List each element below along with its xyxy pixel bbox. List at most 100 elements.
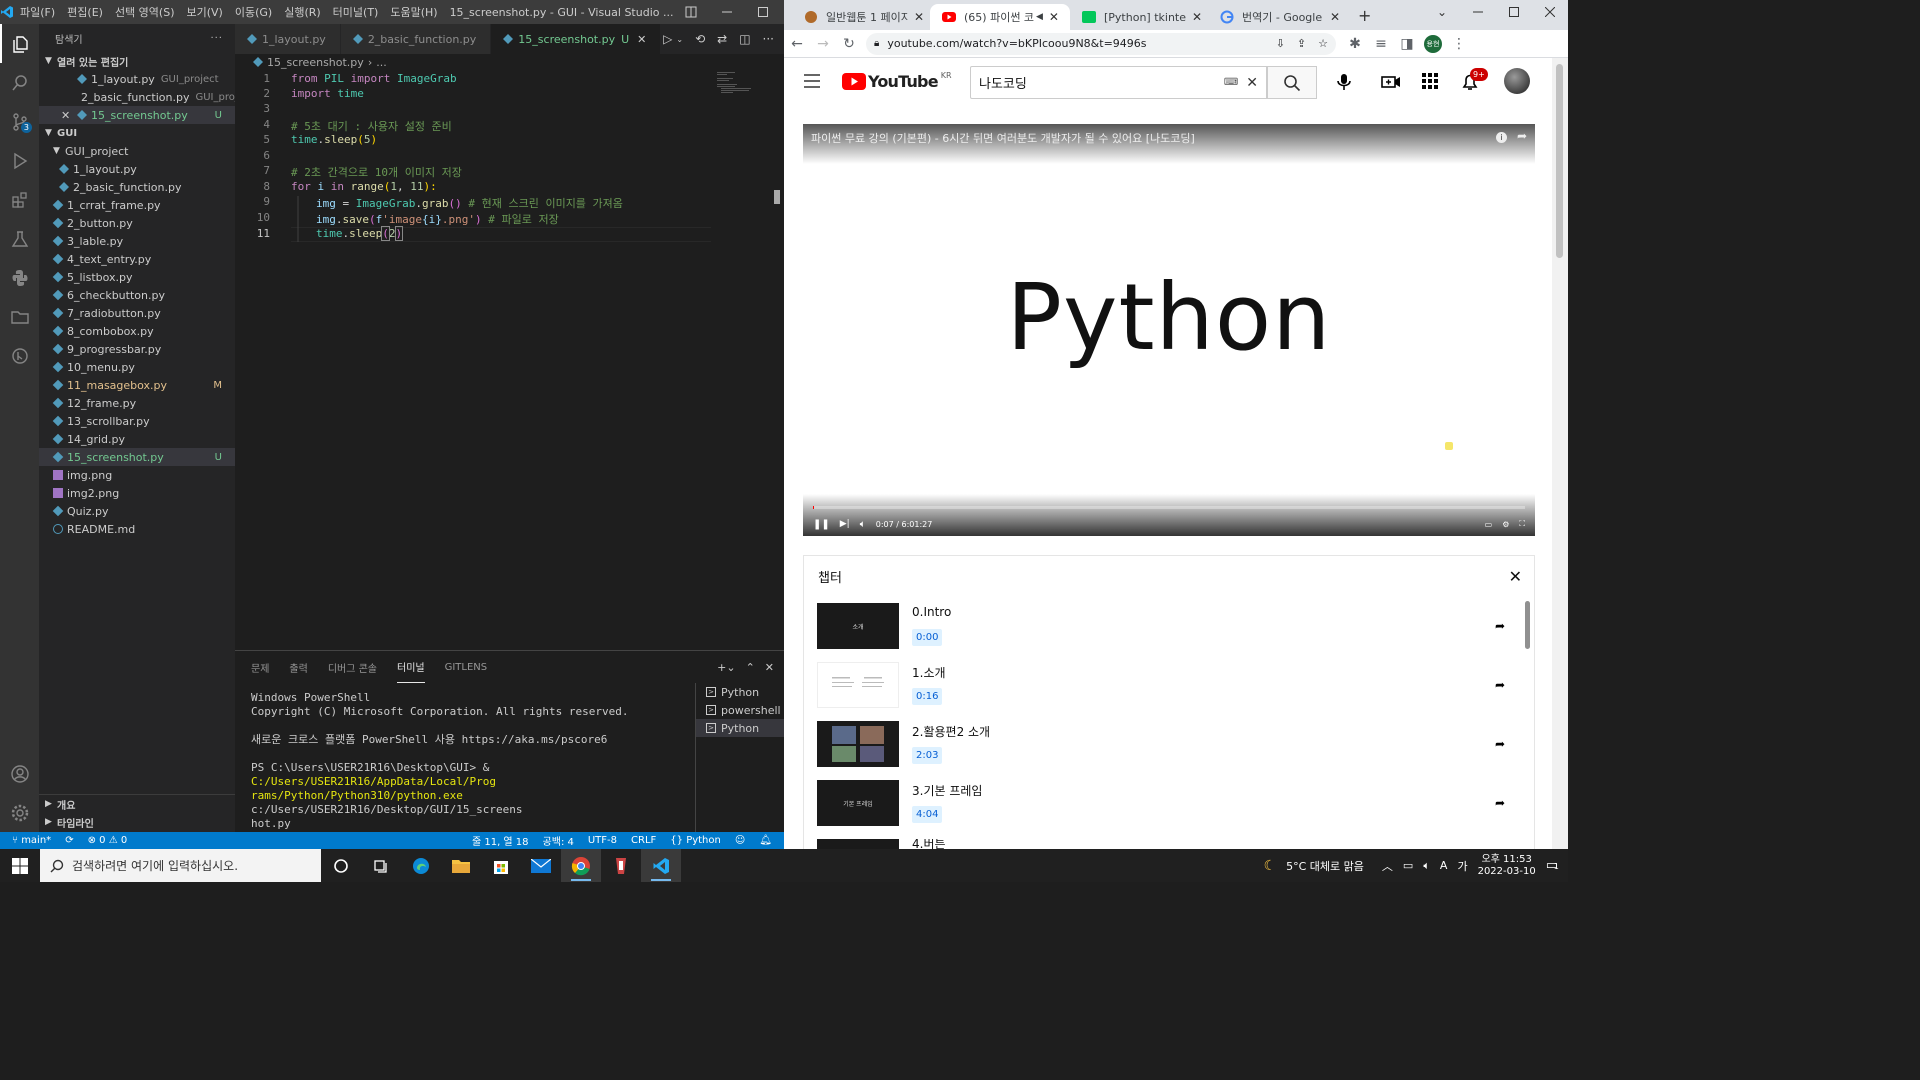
close-tab-icon[interactable]: ✕ [1049, 10, 1059, 24]
file-item[interactable]: 6_checkbutton.py [39, 286, 235, 304]
chapters-scrollbar[interactable] [1525, 601, 1530, 649]
taskbar-search-input[interactable]: 검색하려면 여기에 입력하십시오. [40, 849, 321, 882]
close-icon[interactable]: ✕ [61, 109, 70, 122]
indentation-status[interactable]: 공백: 4 [543, 833, 574, 848]
settings-icon[interactable]: ⚙ [1502, 520, 1509, 529]
add-terminal-icon[interactable]: +⌄ [717, 661, 735, 674]
tab-output[interactable]: 출력 [289, 651, 307, 683]
file-item[interactable]: 8_combobox.py [39, 322, 235, 340]
terminal-instance[interactable]: > powershell [696, 701, 784, 719]
youtube-search-input[interactable]: 나도코딩 ⌨ ✕ [970, 66, 1267, 99]
browser-tab-translate[interactable]: 번역기 - Google 검✕ [1208, 4, 1346, 30]
close-panel-icon[interactable]: ✕ [765, 661, 774, 674]
browser-tab-webtoon[interactable]: 일반웹툰 1 페이지 | ✕ [792, 4, 927, 30]
open-editors-section[interactable]: ▼ 열려 있는 편집기 [39, 52, 235, 70]
youtube-logo[interactable]: YouTube KR [842, 71, 952, 91]
volume-icon[interactable]: 🔈︎ [860, 519, 866, 530]
chrome-taskbar-icon[interactable] [561, 849, 601, 882]
explorer-icon[interactable] [0, 24, 39, 63]
terminal-output[interactable]: Windows PowerShell Copyright (C) Microso… [251, 691, 681, 831]
close-tab-icon[interactable]: ✕ [637, 33, 646, 46]
tab-debug-console[interactable]: 디버그 콘솔 [328, 651, 377, 683]
next-icon[interactable]: ▶︎| [840, 519, 850, 529]
chapter-item[interactable]: 2.활용편2 소개 2:03 ➦ [817, 721, 1507, 771]
seek-bar[interactable] [813, 506, 1525, 509]
chapter-item[interactable]: 1.소개 0:16 ➦ [817, 662, 1507, 712]
search-icon[interactable] [0, 63, 39, 102]
chapter-item[interactable]: 소개 0.Intro 0:00 ➦ [817, 603, 1507, 653]
user-avatar[interactable] [1504, 68, 1530, 94]
ime-mode[interactable]: A [1440, 859, 1448, 872]
browser-tab-youtube[interactable]: (65) 파이썬 코딩◀︎✕ [930, 4, 1070, 30]
file-item[interactable]: 15_screenshot.py U [39, 448, 235, 466]
keyboard-icon[interactable]: ⌨ [1224, 77, 1238, 88]
hamburger-menu-icon[interactable] [804, 74, 820, 88]
share-icon[interactable]: ➦ [1495, 796, 1505, 810]
feedback-icon[interactable]: ☺ [735, 835, 745, 846]
create-video-icon[interactable] [1381, 72, 1401, 92]
extensions-icon[interactable] [0, 180, 39, 219]
fullscreen-icon[interactable]: ⛶ [1519, 519, 1525, 529]
open-editor-item[interactable]: 1_layout.py GUI_project [39, 70, 235, 88]
file-item[interactable]: 14_grid.py [39, 430, 235, 448]
reload-icon[interactable]: ↻ [836, 36, 862, 52]
tab-2-basic-function[interactable]: 2_basic_function.py [340, 24, 492, 54]
tab-terminal[interactable]: 터미널 [397, 651, 425, 683]
python-icon[interactable] [0, 258, 39, 297]
problems-status[interactable]: ⊗ 0 ⚠ 0 [88, 835, 128, 846]
chrome-menu-icon[interactable]: ⋮ [1446, 36, 1472, 52]
speaker-muted-icon[interactable]: ◀︎ [1036, 12, 1043, 22]
eol-status[interactable]: CRLF [631, 835, 656, 846]
back-icon[interactable]: ← [784, 36, 810, 52]
file-item[interactable]: README.md [39, 520, 235, 538]
microsoft-store-icon[interactable] [481, 849, 521, 882]
extensions-icon[interactable]: ✱ [1342, 36, 1368, 52]
menu-selection[interactable]: 선택 영역(S) [109, 4, 181, 20]
share-icon[interactable]: ➦ [1495, 678, 1505, 692]
file-item[interactable]: 2_button.py [39, 214, 235, 232]
folder-icon[interactable] [0, 297, 39, 336]
cortana-icon[interactable] [321, 849, 361, 882]
file-item[interactable]: Quiz.py [39, 502, 235, 520]
close-tab-icon[interactable]: ✕ [1330, 10, 1340, 24]
apps-grid-icon[interactable] [1421, 72, 1439, 90]
captions-icon[interactable]: ▭ [1485, 520, 1493, 529]
terminal-instance[interactable]: > Python [696, 683, 784, 701]
bell-icon[interactable]: 🔔︎ [759, 835, 772, 846]
show-hidden-icons-chevron-icon[interactable]: ︿ [1382, 858, 1393, 874]
maximize-panel-icon[interactable]: ⌃ [746, 661, 755, 674]
file-item[interactable]: img2.png [39, 484, 235, 502]
minimap[interactable] [717, 70, 772, 100]
menu-file[interactable]: 파일(F) [14, 4, 61, 20]
close-button[interactable] [1532, 0, 1568, 24]
encoding-status[interactable]: UTF-8 [588, 835, 617, 846]
file-item[interactable]: 4_text_entry.py [39, 250, 235, 268]
share-icon[interactable]: ➦ [1517, 129, 1527, 143]
file-item[interactable]: 13_scrollbar.py [39, 412, 235, 430]
video-player[interactable]: 파이썬 무료 강의 (기본편) - 6시간 뒤면 여러분도 개발자가 될 수 있… [803, 124, 1535, 536]
microphone-icon[interactable] [1334, 72, 1354, 92]
chevron-down-icon[interactable]: ⌄ [676, 35, 683, 44]
code-editor[interactable]: 1 from PIL import ImageGrab 2 import tim… [235, 70, 784, 650]
notification-center-icon[interactable]: ▭ 1 [1546, 858, 1559, 873]
forward-icon[interactable]: → [810, 36, 836, 52]
side-panel-icon[interactable]: ◨ [1394, 36, 1420, 52]
vscode-taskbar-icon[interactable] [641, 849, 681, 882]
account-icon[interactable] [0, 754, 39, 793]
run-icon[interactable]: ▷ [663, 32, 672, 46]
folder-item[interactable]: ▼ GUI_project [39, 142, 235, 160]
file-item[interactable]: 1_layout.py [39, 160, 235, 178]
file-item[interactable]: 1_crrat_frame.py [39, 196, 235, 214]
network-icon[interactable]: ▭ [1403, 859, 1413, 872]
paint-app-icon[interactable] [601, 849, 641, 882]
browser-tab-tkinter[interactable]: [Python] tkinter로 G✕ [1070, 4, 1208, 30]
share-icon[interactable]: ➦ [1495, 737, 1505, 751]
timeline-section[interactable]: ▶ 타임라인 [39, 813, 235, 831]
outline-section[interactable]: ▶ 개요 [39, 795, 235, 813]
page-scrollbar[interactable] [1552, 58, 1568, 849]
maximize-button[interactable] [745, 0, 781, 24]
language-status[interactable]: {} Python [670, 835, 721, 846]
tab-1-layout[interactable]: 1_layout.py [235, 24, 341, 54]
task-view-icon[interactable] [361, 849, 401, 882]
file-item[interactable]: 5_listbox.py [39, 268, 235, 286]
